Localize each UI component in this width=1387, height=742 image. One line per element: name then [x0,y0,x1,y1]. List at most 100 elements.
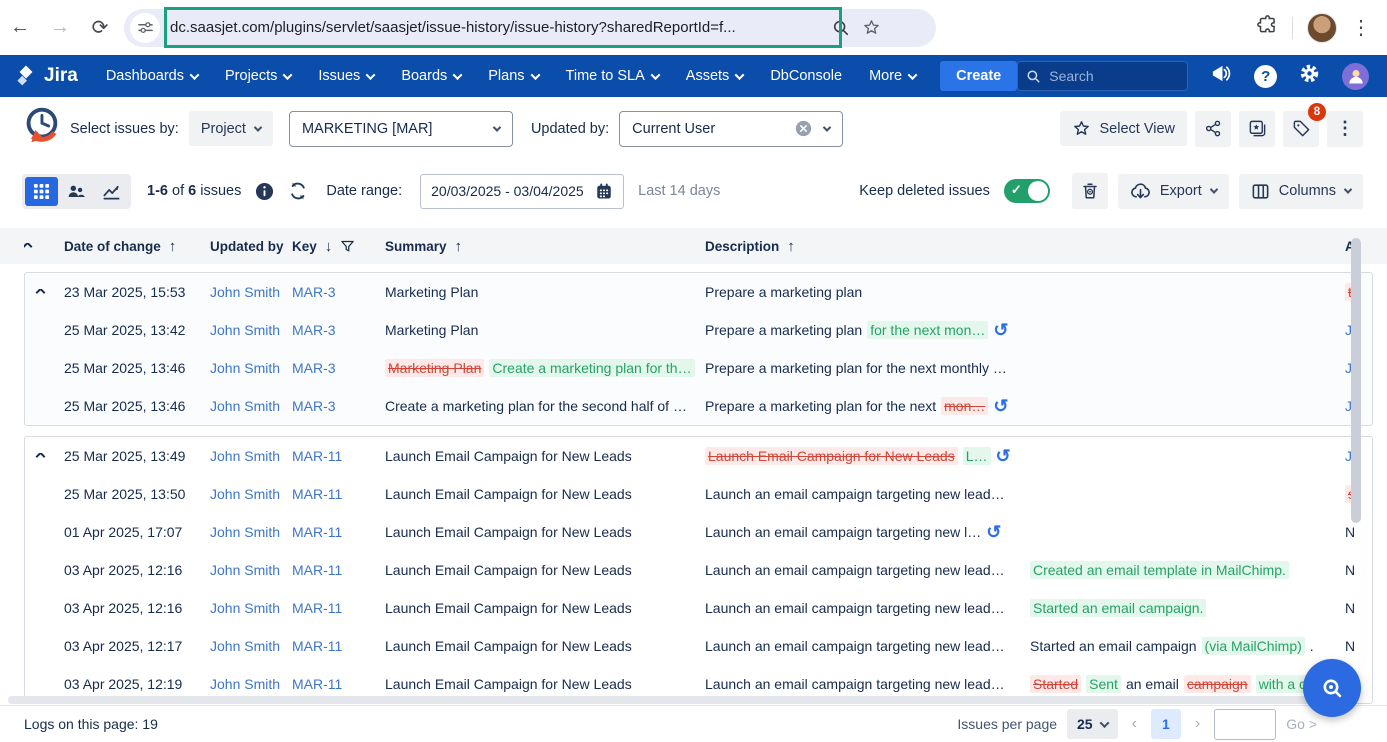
jira-user-avatar[interactable] [1342,63,1369,90]
updated-by-select[interactable]: Current User [619,111,843,147]
help-icon[interactable]: ? [1254,65,1277,88]
issue-key-link[interactable]: MAR-3 [292,398,336,414]
column-header-description[interactable]: Description↑ [705,238,1030,255]
revert-undo-icon[interactable]: ↺ [996,447,1011,465]
go-button[interactable]: Go > [1286,716,1317,732]
chart-view-button[interactable] [95,177,128,206]
column-header-updated-by[interactable]: Updated by [210,239,292,254]
site-info-icon[interactable] [130,13,160,43]
sort-asc-icon[interactable]: ↑ [787,238,795,255]
announcements-megaphone-icon[interactable] [1210,62,1233,90]
updated-by-link[interactable]: John Smith [210,600,280,616]
extensions-puzzle-icon[interactable] [1257,15,1278,41]
column-header-comment[interactable]: Comment [1030,238,1355,255]
info-icon[interactable] [255,182,274,201]
jira-logo[interactable]: Jira [14,64,78,88]
quick-range-label[interactable]: Last 14 days [638,183,720,199]
text: Prepare a marketing plan for the next mo… [705,359,1007,377]
grid-view-button[interactable] [25,177,58,206]
issue-key-link[interactable]: MAR-3 [292,284,336,300]
nav-item-plans[interactable]: Plans [488,68,538,84]
issue-key-link[interactable]: MAR-3 [292,322,336,338]
nav-item-dbconsole[interactable]: DbConsole [770,68,842,84]
create-button[interactable]: Create [940,61,1017,91]
sort-asc-icon[interactable]: ↑ [169,238,177,255]
collapse-group-icon[interactable] [36,289,46,296]
collapse-all-header[interactable] [24,243,64,250]
page-number[interactable]: 1 [1151,709,1181,739]
updated-by-link[interactable]: John Smith [210,448,280,464]
issue-key-link[interactable]: MAR-11 [292,676,342,692]
updated-by-link[interactable]: John Smith [210,360,280,376]
updated-by-link[interactable]: John Smith [210,562,280,578]
browser-back-icon[interactable]: ← [0,16,40,39]
updated-by-link[interactable]: John Smith [210,398,280,414]
updated-by-link[interactable]: John Smith [210,322,280,338]
refresh-icon[interactable] [288,181,308,201]
labels-button[interactable]: 8 [1283,111,1319,147]
updated-by-link[interactable]: John Smith [210,676,280,692]
nav-item-projects[interactable]: Projects [225,68,291,84]
browser-menu-icon[interactable]: ⋮ [1351,15,1371,40]
text: Launch Email Campaign for New Leads [385,561,632,579]
text: Launch Email Campaign for New Leads [385,599,632,617]
date-range-input[interactable]: 20/03/2025 - 03/04/2025 [420,174,624,209]
export-button[interactable]: Export [1118,174,1229,209]
browser-reload-icon[interactable]: ⟳ [80,15,120,40]
url-text[interactable]: dc.saasjet.com/plugins/servlet/saasjet/i… [170,19,820,36]
nav-item-issues[interactable]: Issues [318,68,374,84]
people-view-button[interactable] [60,177,93,206]
keep-deleted-toggle[interactable]: ✓ [1004,179,1050,203]
select-view-button[interactable]: Select View [1060,111,1188,146]
updated-by-link[interactable]: John Smith [210,638,280,654]
browser-forward-icon[interactable]: → [40,16,80,39]
clear-x-icon[interactable] [795,120,812,137]
address-bar[interactable]: dc.saasjet.com/plugins/servlet/saasjet/i… [124,9,936,47]
column-header-key[interactable]: Key↓ [292,238,385,255]
settings-gear-icon[interactable] [1298,62,1321,90]
more-options-button[interactable]: ⋮ [1327,111,1363,147]
columns-button[interactable]: Columns [1239,174,1363,209]
issue-key-link[interactable]: MAR-11 [292,524,342,540]
column-header-summary[interactable]: Summary↑ [385,238,705,255]
browser-profile-avatar[interactable] [1307,13,1337,43]
nav-item-time-to-sla[interactable]: Time to SLA [566,68,659,84]
share-button[interactable] [1195,111,1231,147]
project-select[interactable]: MARKETING [MAR] [289,111,513,147]
column-header-date[interactable]: Date of change↑ [64,238,210,255]
issue-key-link[interactable]: MAR-11 [292,600,342,616]
issue-key-link[interactable]: MAR-11 [292,486,342,502]
search-input[interactable] [1049,68,1179,84]
issue-key-link[interactable]: MAR-11 [292,448,342,464]
bookmark-star-icon[interactable] [862,18,881,37]
issue-key-link[interactable]: MAR-3 [292,360,336,376]
sort-asc-icon[interactable]: ↑ [455,238,463,255]
horizontal-scrollbar[interactable] [8,696,1345,704]
delete-logs-button[interactable] [1072,173,1108,209]
updated-by-link[interactable]: John Smith [210,524,280,540]
nav-item-dashboards[interactable]: Dashboards [106,68,198,84]
collapse-group-icon[interactable] [36,453,46,460]
revert-undo-icon[interactable]: ↺ [993,321,1008,339]
issue-key-link[interactable]: MAR-11 [292,638,342,654]
help-search-fab[interactable] [1303,659,1361,717]
updated-by-link[interactable]: John Smith [210,284,280,300]
page-size-dropdown[interactable]: 25 [1067,709,1118,739]
nav-item-more[interactable]: More [869,68,916,84]
go-to-page-input[interactable] [1214,709,1276,740]
prev-page-icon[interactable]: ‹ [1128,715,1141,733]
nav-item-boards[interactable]: Boards [401,68,461,84]
updated-by-link[interactable]: John Smith [210,486,280,502]
nav-item-assets[interactable]: Assets [686,68,744,84]
next-page-icon[interactable]: › [1191,715,1204,733]
sort-desc-icon[interactable]: ↓ [325,238,333,255]
filter-mode-dropdown[interactable]: Project [189,111,273,146]
url-search-icon[interactable] [832,19,850,37]
revert-undo-icon[interactable]: ↺ [993,397,1008,415]
nav-search[interactable] [1017,61,1188,91]
filter-funnel-icon[interactable] [340,239,355,254]
issue-key-link[interactable]: MAR-11 [292,562,342,578]
revert-undo-icon[interactable]: ↺ [986,523,1001,541]
saved-reports-button[interactable] [1239,111,1275,147]
vertical-scrollbar[interactable] [1351,238,1361,523]
